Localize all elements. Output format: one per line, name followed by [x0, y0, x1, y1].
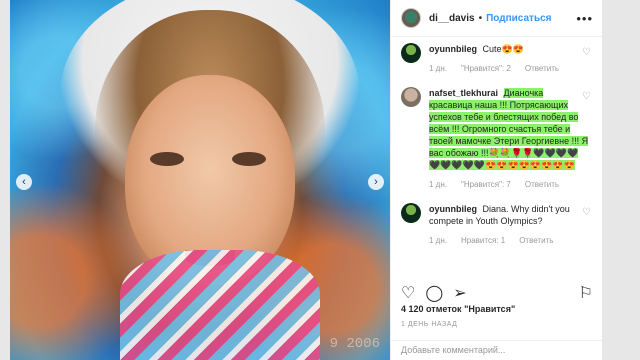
comment-likes[interactable]: "Нравится": 2	[461, 63, 511, 75]
comment-avatar[interactable]	[401, 43, 421, 63]
comment-reply-button[interactable]: Ответить	[519, 235, 553, 247]
post-time[interactable]: 1 день назад	[401, 321, 457, 328]
comment-likes[interactable]: Нравится: 1	[461, 235, 505, 247]
share-icon[interactable]: ➢	[453, 283, 466, 303]
comment-like-heart-icon[interactable]: ♡	[582, 91, 591, 102]
add-comment-input[interactable]: Добавьте комментарий...	[391, 340, 603, 360]
header-separator: •	[478, 12, 483, 24]
comment-username[interactable]: oyunnbileg	[429, 44, 477, 54]
photo-date-stamp: 9 2006	[329, 336, 380, 352]
comment-likes[interactable]: "Нравится": 7	[461, 179, 511, 191]
post-header: di__davis • Подписаться •••	[391, 0, 603, 37]
comment-reply-button[interactable]: Ответить	[525, 63, 559, 75]
bookmark-icon[interactable]: ⚐	[579, 283, 593, 303]
heart-icon[interactable]: ♡	[401, 283, 415, 303]
comment-avatar[interactable]	[401, 87, 421, 107]
likes-count[interactable]: 4 120 отметок "Нравится"	[401, 304, 515, 314]
photo-swimsuit	[120, 250, 320, 360]
comment-username[interactable]: nafset_tlekhurai	[429, 88, 498, 98]
next-photo-icon[interactable]: ›	[368, 174, 384, 190]
author-username[interactable]: di__davis	[429, 13, 475, 24]
more-dots-icon[interactable]: •••	[576, 11, 593, 26]
post-photo[interactable]: 9 2006 ‹ ›	[10, 0, 390, 360]
author-avatar[interactable]	[401, 8, 421, 28]
comment-text: Cute😍😍	[482, 44, 524, 54]
comment-like-heart-icon[interactable]: ♡	[582, 207, 591, 218]
post-sidebar: di__davis • Подписаться ••• oyunnbileg C…	[390, 0, 603, 360]
comment-like-heart-icon[interactable]: ♡	[582, 47, 591, 58]
comment-age: 1 дн.	[429, 64, 447, 73]
comments-list[interactable]: oyunnbileg Cute😍😍 1 дн. "Нравится": 2 От…	[391, 37, 603, 279]
comment-item: oyunnbileg Diana. Why didn't you compete…	[401, 203, 593, 247]
comment-item: oyunnbileg Cute😍😍 1 дн. "Нравится": 2 От…	[401, 43, 593, 75]
photo-left-eye	[150, 152, 184, 166]
comment-age: 1 дн.	[429, 180, 447, 189]
comment-avatar[interactable]	[401, 203, 421, 223]
prev-photo-icon[interactable]: ‹	[16, 174, 32, 190]
likes-number: 4 120 отметок	[401, 304, 462, 314]
photo-right-eye	[232, 152, 266, 166]
comment-item: nafset_tlekhurai Диaночка красавица наша…	[401, 87, 593, 191]
comment-age: 1 дн.	[429, 236, 447, 245]
comment-icon[interactable]: ◯	[425, 283, 443, 303]
follow-button[interactable]: Подписаться	[486, 13, 551, 24]
comment-text: Диaночка красавица наша !!! Потрясающих …	[429, 88, 589, 170]
comment-reply-button[interactable]: Ответить	[525, 179, 559, 191]
likes-word: "Нравится"	[464, 304, 516, 314]
comment-username[interactable]: oyunnbileg	[429, 204, 477, 214]
page-margin	[602, 0, 640, 360]
post-actions: ♡ ◯ ➢ ⚐	[401, 283, 593, 303]
